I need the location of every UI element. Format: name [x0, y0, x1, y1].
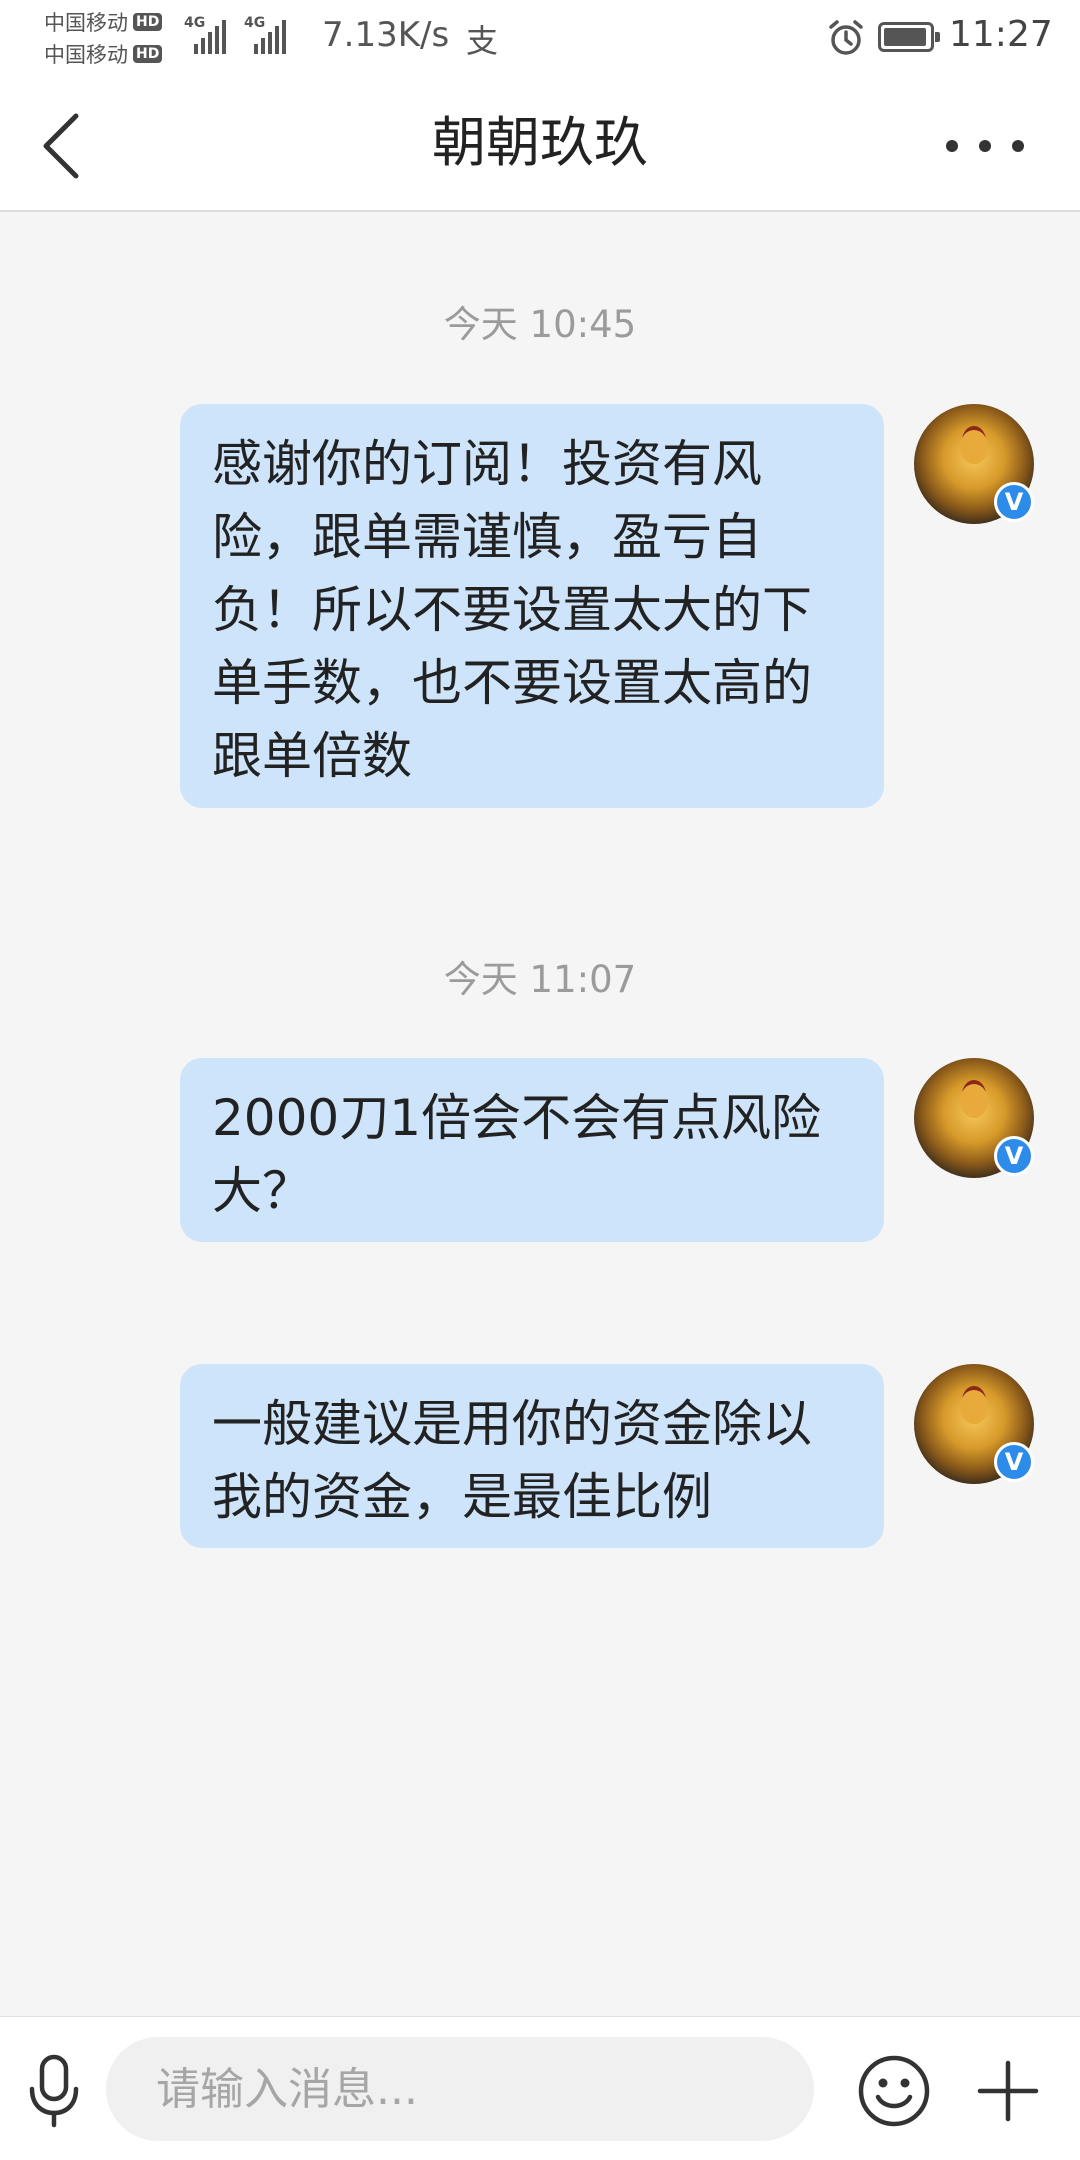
hd-badge: HD: [133, 13, 163, 31]
message-bubble[interactable]: 2000刀1倍会不会有点风险大？: [180, 1058, 884, 1242]
alarm-icon: [829, 20, 863, 55]
emoji-button[interactable]: [856, 2053, 932, 2129]
message-input[interactable]: [106, 2037, 814, 2141]
status-bar: 中国移动 HD 中国移动 HD 4G 4G 7.13K/s 支 11:27: [0, 0, 1080, 78]
status-time: 11:27: [949, 14, 1053, 55]
back-button[interactable]: [30, 108, 100, 184]
microphone-icon: [29, 2054, 79, 2128]
chat-title: 朝朝玖玖: [432, 111, 648, 174]
signal-icon: 4G: [244, 16, 292, 54]
plus-icon: [977, 2060, 1039, 2122]
more-dots-icon: [946, 140, 1024, 152]
message-bubble[interactable]: 感谢你的订阅！投资有风险，跟单需谨慎，盈亏自负！所以不要设置太大的下单手数，也不…: [180, 404, 884, 808]
network-speed: 7.13K/s: [322, 15, 450, 55]
verified-badge-icon: V: [994, 482, 1034, 522]
hd-badge: HD: [133, 45, 163, 63]
voice-input-button[interactable]: [24, 2051, 84, 2131]
alipay-notification-icon: 支: [466, 22, 499, 60]
chat-header: 朝朝玖玖: [0, 78, 1080, 212]
emoji-icon: [858, 2055, 930, 2127]
more-options-button[interactable]: [940, 114, 1030, 178]
verified-badge-icon: V: [994, 1136, 1034, 1176]
more-actions-button[interactable]: [972, 2055, 1044, 2127]
carrier-name: 中国移动: [44, 11, 128, 35]
message-timestamp: 今天 10:45: [443, 303, 637, 346]
message-timestamp: 今天 11:07: [443, 958, 637, 1001]
carrier-name: 中国移动: [44, 43, 128, 67]
carrier-info: 中国移动 HD 中国移动 HD: [44, 6, 194, 70]
battery-icon: [878, 22, 940, 52]
message-input-bar: [0, 2016, 1080, 2160]
chat-message-list[interactable]: 今天 10:45 感谢你的订阅！投资有风险，跟单需谨慎，盈亏自负！所以不要设置太…: [0, 212, 1080, 2016]
chevron-left-icon: [43, 113, 79, 179]
signal-icon: 4G: [184, 16, 232, 54]
verified-badge-icon: V: [994, 1442, 1034, 1482]
message-bubble[interactable]: 一般建议是用你的资金除以我的资金，是最佳比例: [180, 1364, 884, 1548]
